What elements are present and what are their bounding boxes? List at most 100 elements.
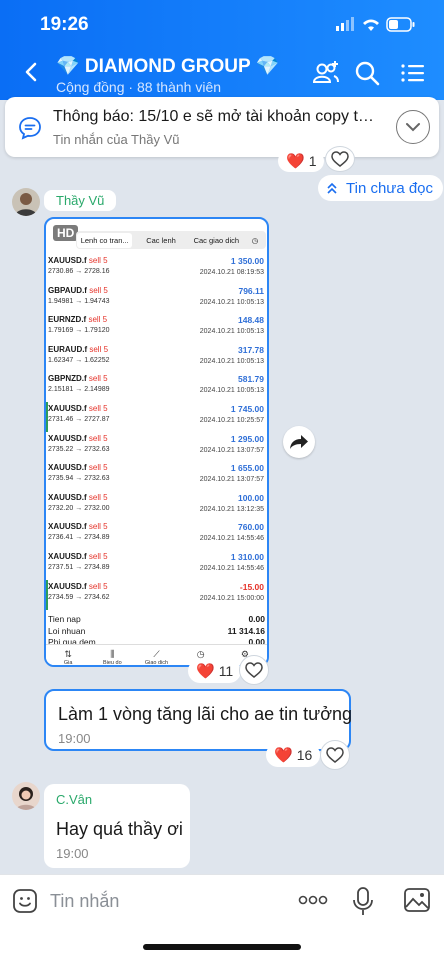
trade-row: GBPAUD.f sell 5 1.94981 → 1.94743 796.11 20… (46, 284, 267, 314)
trade-date: 2024.10.21 15:00:00 (199, 594, 264, 602)
trade-prices: 2731.46 → 2727.87 (48, 416, 110, 423)
trade-prices: 1.94981 → 1.94743 (48, 297, 110, 305)
summary-row: Loi nhuan 11 314.16 (48, 626, 265, 636)
trade-profit: -15.00 (239, 581, 264, 592)
double-chevron-up-icon (327, 182, 337, 194)
trade-row: XAUUSD.f sell 5 2730.86 → 2728.16 1 350.00… (46, 254, 267, 284)
message-text: Làm 1 vòng tăng lãi cho ae tin tưởng (58, 704, 353, 724)
trade-profit: 100.00 (238, 492, 264, 503)
trade-symbol: XAUUSD.f sell 5 (48, 522, 108, 532)
status-time: 19:26 (40, 14, 89, 35)
wifi-icon (363, 19, 379, 31)
reaction-badge[interactable]: ❤️ 1 (278, 150, 325, 172)
candles-icon: ⫼ (110, 649, 115, 659)
trade-date: 2024.10.21 10:05:13 (199, 298, 264, 306)
avatar-c-van[interactable] (12, 782, 40, 810)
heart-outline-icon (326, 747, 344, 763)
trade-profit: 1 310.00 (230, 552, 264, 562)
trade-prices: 2734.59 → 2734.62 (48, 593, 110, 601)
trade-date: 2024.10.21 13:07:57 (199, 476, 264, 484)
summary-row: Tien nap 0.00 (48, 614, 265, 624)
reaction-count: 1 (308, 153, 317, 169)
trade-prices: 2737.51 → 2734.89 (48, 564, 110, 571)
microphone-icon[interactable] (351, 886, 375, 916)
heart-outline-icon (245, 662, 263, 678)
trade-symbol: XAUUSD.f sell 5 (48, 433, 108, 443)
message-time: 19:00 (56, 846, 89, 861)
unread-messages-button[interactable]: Tin chưa đọc (318, 175, 444, 201)
chat-header: 19:26 💎 DIAMOND GROUP 💎 Cộng đồng · 88 t… (0, 0, 444, 100)
trade-symbol: XAUUSD.f sell 5 (48, 581, 108, 591)
share-button[interactable] (283, 426, 315, 458)
message-text: Hay quá thầy ơi (56, 819, 183, 839)
trade-date: 2024.10.21 13:07:57 (199, 446, 264, 454)
trade-row: EURNZD.f sell 5 1.79169 → 1.79120 148.48 20… (46, 313, 267, 343)
trade-symbol: GBPAUD.f sell 5 (48, 285, 108, 295)
like-button[interactable] (239, 655, 269, 685)
trade-symbol: XAUUSD.f sell 5 (48, 256, 108, 265)
chevron-down-icon (406, 123, 420, 132)
trade-profit: 148.48 (238, 315, 264, 326)
trade-row: XAUUSD.f sell 5 2737.51 → 2734.89 1 310.00… (46, 550, 267, 580)
group-title[interactable]: 💎 DIAMOND GROUP 💎 (56, 54, 279, 78)
trade-profit: 1 745.00 (230, 404, 264, 414)
trade-date: 2024.10.21 10:05:13 (199, 328, 264, 336)
trade-prices: 1.79169 → 1.79120 (48, 327, 110, 335)
trade-date: 2024.10.21 10:05:13 (199, 357, 264, 365)
trade-profit: 796.11 (238, 285, 264, 296)
like-button[interactable] (320, 740, 350, 770)
summary-row: Phi qua dem 0.00 (48, 637, 265, 644)
avatar-thay-vu[interactable] (12, 188, 40, 216)
back-button[interactable] (18, 58, 46, 86)
share-arrow-icon (290, 435, 308, 449)
sticker-icon[interactable] (12, 888, 38, 914)
trade-prices: 2736.41 → 2734.89 (48, 534, 110, 542)
trade-profit: 1 295.00 (230, 433, 264, 444)
trade-prices: 2.15181 → 2.14989 (48, 386, 110, 394)
message-input[interactable]: Tin nhắn (50, 891, 119, 912)
search-icon[interactable] (352, 58, 382, 88)
trade-row: XAUUSD.f sell 5 2735.22 → 2732.63 1 295.00… (46, 432, 267, 462)
heart-icon: ❤️ (196, 663, 215, 680)
tab-orders: Cac lenh (146, 235, 176, 245)
trade-date: 2024.10.21 10:25:57 (199, 417, 264, 424)
image-message[interactable]: HD Lenh co tran... Cac lenh Cac giao dic… (44, 217, 269, 667)
signal-icon (336, 17, 354, 31)
trade-date: 2024.10.21 14:55:46 (199, 535, 264, 543)
like-button[interactable] (325, 146, 355, 172)
battery-icon (386, 17, 415, 32)
trade-symbol: EURNZD.f sell 5 (48, 315, 108, 325)
message-bubble[interactable]: Làm 1 vòng tăng lãi cho ae tin tưởng 19:… (44, 689, 353, 751)
group-subtitle: Cộng đồng · 88 thành viên (56, 79, 222, 95)
trade-symbol: XAUUSD.f sell 5 (48, 463, 108, 473)
trade-date: 2024.10.21 14:55:46 (199, 565, 264, 572)
menu-list-icon[interactable] (398, 58, 428, 88)
clock-icon: ◷ (251, 235, 259, 245)
trade-prices: 2730.86 → 2728.16 (48, 268, 110, 275)
trade-prices: 2732.20 → 2732.00 (48, 504, 110, 512)
trade-row: XAUUSD.f sell 5 2731.46 → 2727.87 1 745.00… (46, 402, 267, 432)
trade-symbol: XAUUSD.f sell 5 (48, 492, 108, 502)
trade-row: XAUUSD.f sell 5 2735.94 → 2732.63 1 655.00… (46, 461, 267, 491)
trade-prices: 2735.94 → 2732.63 (48, 475, 110, 483)
trade-prices: 2735.22 → 2732.63 (48, 445, 110, 453)
arrows-icon: ⇅ (64, 649, 72, 659)
reaction-badge[interactable]: ❤️ 16 (266, 743, 321, 767)
trade-prices: 1.62347 → 1.62252 (48, 356, 110, 364)
add-member-icon[interactable] (311, 58, 341, 88)
tab-chart: ⫼ Bieu do (90, 645, 134, 665)
trade-row: XAUUSD.f sell 5 2734.59 → 2734.62 -15.00 20… (46, 579, 267, 610)
more-options-icon[interactable] (298, 893, 328, 907)
pinned-expand-button[interactable] (396, 110, 430, 144)
chat-bubble-icon (19, 117, 41, 140)
trade-symbol: EURAUD.f sell 5 (48, 344, 109, 354)
trade-profit: 317.78 (238, 344, 264, 355)
trade-date: 2024.10.21 10:05:13 (199, 387, 264, 395)
reaction-badge[interactable]: ❤️ 11 (188, 659, 242, 683)
trade-date: 2024.10.21 08:19:53 (199, 269, 264, 276)
trade-profit: 760.00 (238, 522, 264, 533)
image-picker-icon[interactable] (403, 887, 431, 913)
message-bubble[interactable]: C.Vân Hay quá thầy ơi 19:00 (44, 784, 190, 868)
pinned-message[interactable]: Thông báo: 15/10 e sẽ mở tài khoản copy … (5, 97, 439, 157)
trend-icon: ⟋ (153, 649, 160, 659)
